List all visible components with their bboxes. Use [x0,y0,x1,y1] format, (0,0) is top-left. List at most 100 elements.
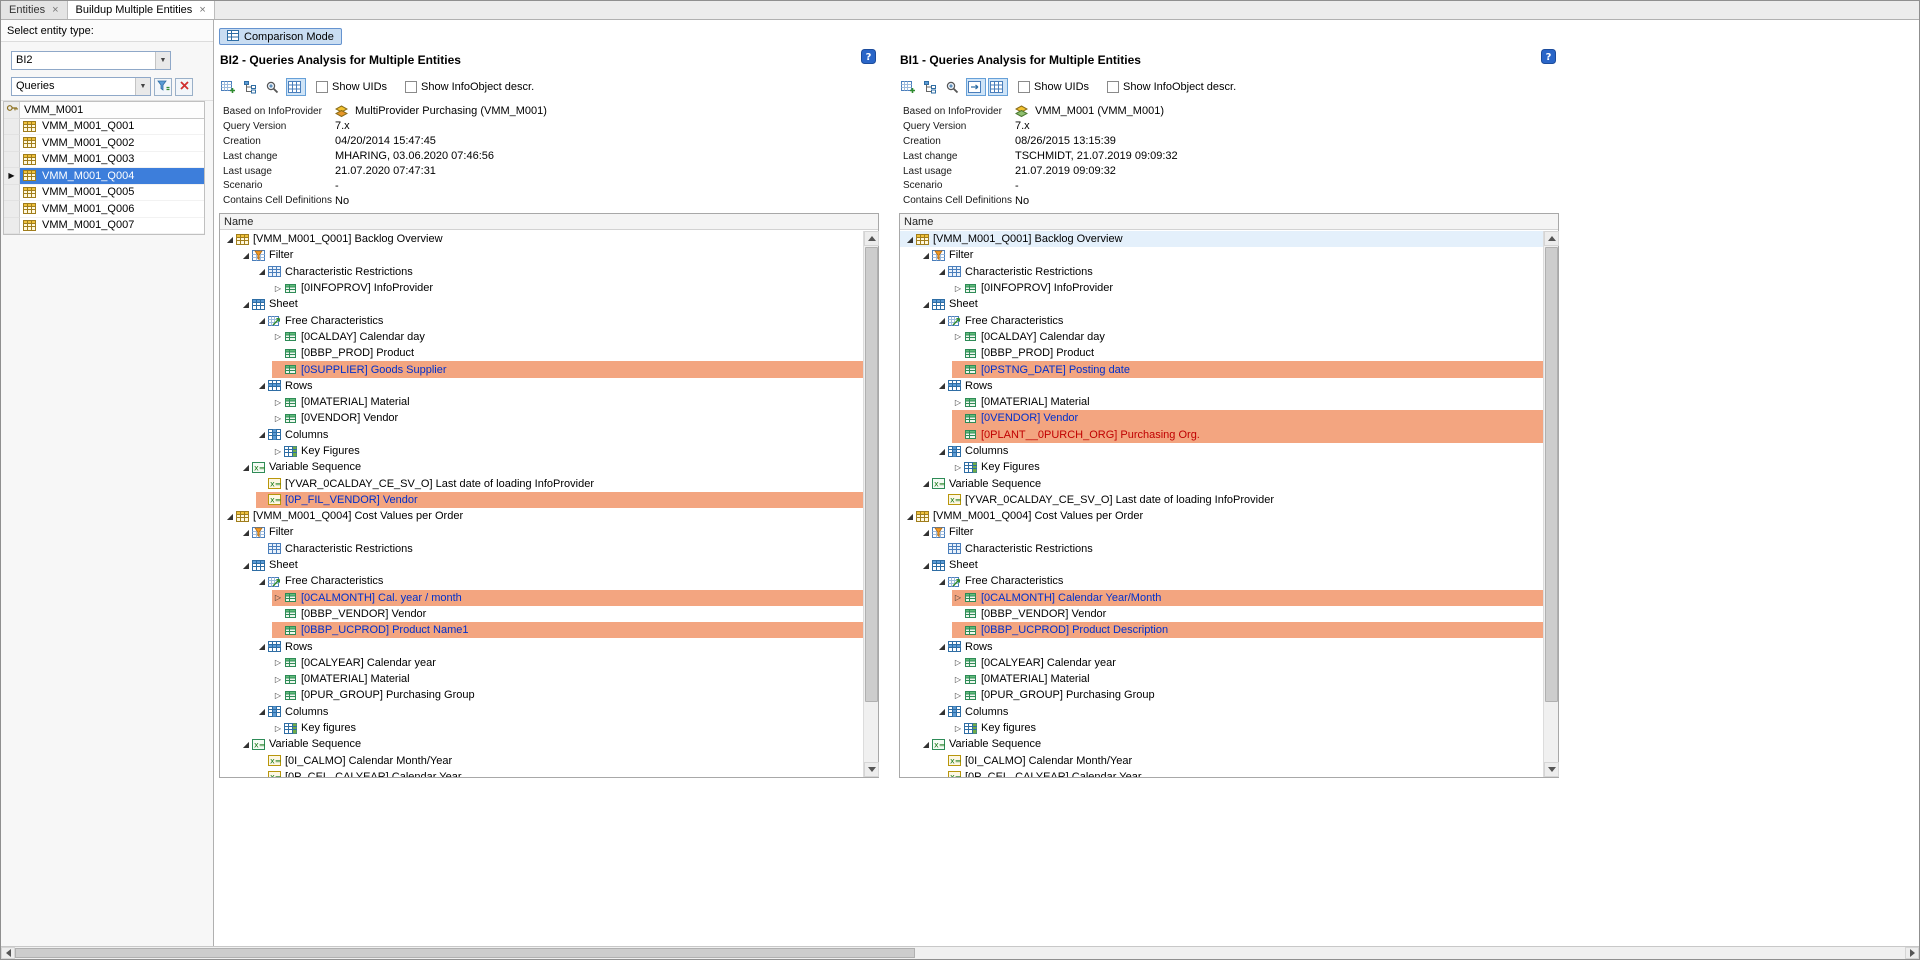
tree-row[interactable]: ▷[0MATERIAL] Material [220,671,863,687]
expander-expanded-icon[interactable]: ◢ [240,740,252,749]
tree-row[interactable]: ◢[VMM_M001_Q001] Backlog Overview [220,231,863,247]
tree-row[interactable]: ◢Columns [900,704,1543,720]
row-selector[interactable]: ▶ [4,168,20,185]
tree-row[interactable]: ◢[VMM_M001_Q004] Cost Values per Order [220,508,863,524]
tree-row[interactable]: ▷[0CALDAY] Calendar day [220,329,863,345]
expander-collapsed-icon[interactable]: ▷ [272,691,284,700]
tree-row[interactable]: x=[0P_CEL_CALYEAR] Calendar Year [900,769,1543,777]
tree-row[interactable]: ◢Sheet [220,296,863,312]
tree-row[interactable]: [0BBP_PROD] Product [220,345,863,361]
vertical-scrollbar[interactable] [863,231,878,777]
tree-row[interactable]: ▷[0INFOPROV] InfoProvider [220,280,863,296]
tree-row[interactable]: x=[0I_CALMO] Calendar Month/Year [220,753,863,769]
expander-expanded-icon[interactable]: ◢ [936,642,948,651]
tree-row[interactable]: ▷[0MATERIAL] Material [220,394,863,410]
tree-row[interactable]: [0VENDOR] Vendor [900,410,1543,426]
expander-expanded-icon[interactable]: ◢ [240,251,252,260]
tree-row[interactable]: ▷[0PUR_GROUP] Purchasing Group [220,687,863,703]
expander-expanded-icon[interactable]: ◢ [256,577,268,586]
table-add-button[interactable] [900,78,920,96]
tree-row[interactable]: ◢Rows [900,638,1543,654]
tree-row[interactable]: ◢Characteristic Restrictions [900,264,1543,280]
vertical-scrollbar[interactable] [1543,231,1558,777]
tree-row[interactable]: ▷[0CALMONTH] Cal. year / month [220,590,863,606]
tree-row[interactable]: ◢Rows [220,638,863,654]
entity-type-select[interactable]: BI2 ▼ [11,51,171,70]
expand-button[interactable] [966,78,986,96]
hierarchy-filter-button[interactable] [154,78,172,96]
hierarchy-button[interactable] [242,78,262,96]
tree-row[interactable]: ◢Free Characteristics [220,312,863,328]
hierarchy-button[interactable] [922,78,942,96]
expander-expanded-icon[interactable]: ◢ [936,381,948,390]
clear-filter-button[interactable] [175,78,193,96]
expander-collapsed-icon[interactable]: ▷ [952,675,964,684]
tree-row[interactable]: x=[0I_CALMO] Calendar Month/Year [900,753,1543,769]
expander-expanded-icon[interactable]: ◢ [240,561,252,570]
expander-expanded-icon[interactable]: ◢ [920,479,932,488]
tab-buildup-multiple-entities[interactable]: Buildup Multiple Entities × [68,1,215,19]
row-selector[interactable] [4,201,20,218]
checkbox-show-infoobject-descr-[interactable]: Show InfoObject descr. [1107,81,1236,93]
tree-row[interactable]: ▷[0VENDOR] Vendor [220,410,863,426]
tree-row[interactable]: ◢Rows [220,378,863,394]
tree-row[interactable]: [0BBP_UCPROD] Product Description [900,622,1543,638]
expander-expanded-icon[interactable]: ◢ [256,642,268,651]
tree-row[interactable]: ▷[0CALYEAR] Calendar year [220,655,863,671]
expander-collapsed-icon[interactable]: ▷ [272,332,284,341]
tree-row[interactable]: ◢Free Characteristics [900,312,1543,328]
scroll-down-icon[interactable] [1544,762,1559,777]
expander-collapsed-icon[interactable]: ▷ [272,724,284,733]
expander-collapsed-icon[interactable]: ▷ [272,398,284,407]
tree-row[interactable]: ◢Sheet [900,557,1543,573]
scrollbar-thumb[interactable] [1545,247,1558,702]
tree-row[interactable]: ◢Rows [900,378,1543,394]
expander-collapsed-icon[interactable]: ▷ [952,398,964,407]
tree-row[interactable]: ◢x=Variable Sequence [220,736,863,752]
expander-collapsed-icon[interactable]: ▷ [272,447,284,456]
tree-row[interactable]: ◢Columns [220,704,863,720]
expander-collapsed-icon[interactable]: ▷ [952,724,964,733]
expander-expanded-icon[interactable]: ◢ [920,300,932,309]
object-type-select[interactable]: Queries ▼ [11,77,151,96]
tree-row[interactable]: ◢Free Characteristics [220,573,863,589]
checkbox-show-infoobject-descr-[interactable]: Show InfoObject descr. [405,81,534,93]
row-selector[interactable] [4,185,20,202]
tree-row[interactable]: [0BBP_UCPROD] Product Name1 [220,622,863,638]
expander-expanded-icon[interactable]: ◢ [240,300,252,309]
expander-expanded-icon[interactable]: ◢ [240,528,252,537]
zoom-button[interactable] [944,78,964,96]
entity-list-item[interactable]: VMM_M001_Q001 [4,119,204,136]
tree-row[interactable]: ▷Key figures [220,720,863,736]
expander-expanded-icon[interactable]: ◢ [936,267,948,276]
tree-row[interactable]: ◢x=Variable Sequence [900,475,1543,491]
tree-row[interactable]: ▷[0INFOPROV] InfoProvider [900,280,1543,296]
expander-collapsed-icon[interactable]: ▷ [272,284,284,293]
chevron-down-icon[interactable]: ▼ [135,78,150,95]
tree-row[interactable]: ◢x=Variable Sequence [220,459,863,475]
expander-expanded-icon[interactable]: ◢ [936,707,948,716]
grid-button[interactable] [286,78,306,96]
tree-row[interactable]: [0BBP_VENDOR] Vendor [220,606,863,622]
expander-expanded-icon[interactable]: ◢ [256,707,268,716]
tree-row[interactable]: ◢Filter [220,524,863,540]
horizontal-scrollbar[interactable] [1,946,1919,959]
expander-collapsed-icon[interactable]: ▷ [952,658,964,667]
scroll-right-icon[interactable] [1905,947,1919,959]
expander-expanded-icon[interactable]: ◢ [936,577,948,586]
table-add-button[interactable] [220,78,240,96]
tree-row[interactable]: ◢[VMM_M001_Q004] Cost Values per Order [900,508,1543,524]
expander-expanded-icon[interactable]: ◢ [920,251,932,260]
expander-expanded-icon[interactable]: ◢ [224,235,236,244]
tree-row[interactable]: ◢Filter [900,524,1543,540]
tree-row[interactable]: [0BBP_VENDOR] Vendor [900,606,1543,622]
expander-collapsed-icon[interactable]: ▷ [952,463,964,472]
close-icon[interactable]: × [52,5,58,16]
tree-row[interactable]: ▷[0CALDAY] Calendar day [900,329,1543,345]
expander-collapsed-icon[interactable]: ▷ [952,284,964,293]
expander-collapsed-icon[interactable]: ▷ [272,414,284,423]
tree-row[interactable]: ◢Free Characteristics [900,573,1543,589]
tree-row[interactable]: ▷Key Figures [900,459,1543,475]
tree-row[interactable]: x=[0P_FIL_VENDOR] Vendor [220,492,863,508]
entity-list-item[interactable]: VMM_M001_Q007 [4,218,204,235]
